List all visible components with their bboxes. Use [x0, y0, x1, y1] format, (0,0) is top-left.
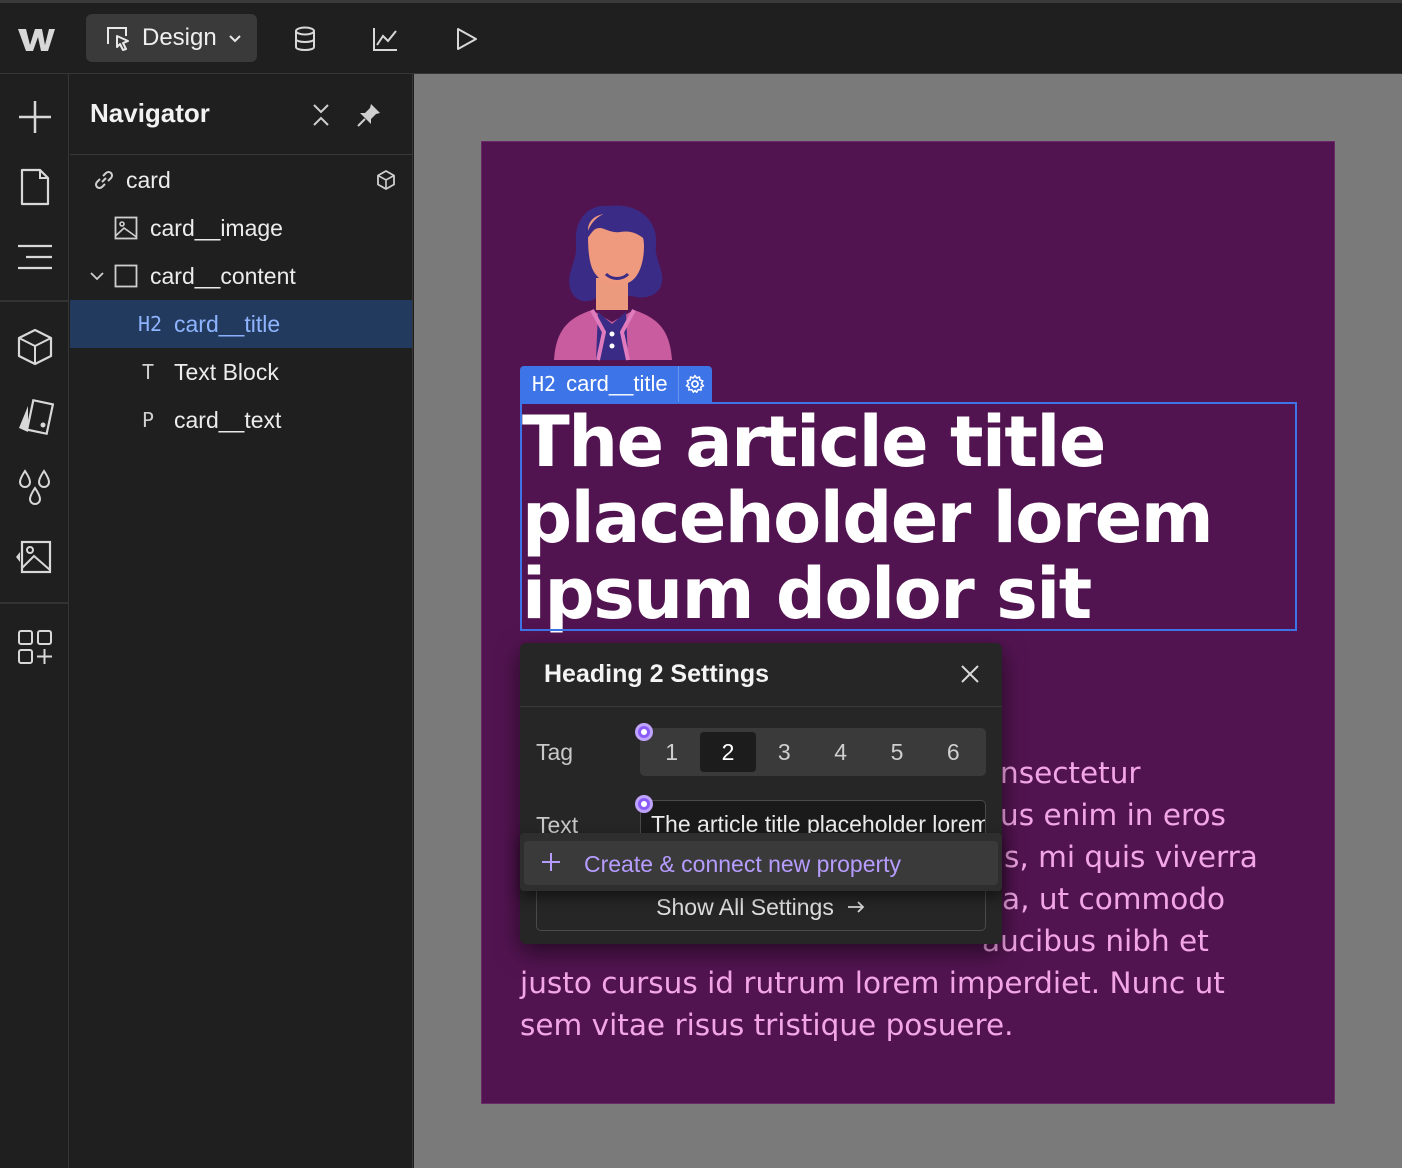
heading-tag-icon: H2 — [532, 372, 557, 396]
collapse-icon[interactable] — [310, 102, 332, 128]
design-mode-label: Design — [142, 24, 217, 51]
heading-level-selector[interactable]: 1 2 3 4 5 6 — [640, 728, 986, 776]
selected-element-name: card__title — [566, 371, 668, 396]
close-icon[interactable] — [959, 663, 981, 685]
navigator-item-card[interactable]: card — [70, 156, 412, 204]
gear-icon — [685, 374, 705, 393]
chart-icon[interactable] — [371, 25, 399, 53]
selected-element-tag[interactable]: H2 card__title — [520, 366, 712, 402]
component-icon — [377, 170, 395, 190]
heading-level-2[interactable]: 2 — [700, 732, 756, 772]
heading-level-5[interactable]: 5 — [869, 732, 924, 772]
navigator-item-label: card__image — [150, 215, 283, 241]
tag-label: Tag — [536, 739, 574, 765]
avatar-illustration[interactable] — [548, 200, 678, 365]
design-mode-dropdown[interactable]: Design — [86, 14, 257, 62]
navigator-divider — [70, 154, 413, 155]
rail-divider — [0, 602, 69, 604]
navigator-title: Navigator — [90, 98, 210, 128]
navigator-item-label: Text Block — [174, 359, 279, 385]
heading-settings-popover: Heading 2 Settings Tag 1 2 3 4 5 6 Text … — [520, 643, 1002, 944]
components-icon[interactable] — [16, 328, 54, 366]
heading-level-4[interactable]: 4 — [813, 732, 868, 772]
heading-level-6[interactable]: 6 — [926, 732, 981, 772]
navigator-panel: Navigator card card__image card__content… — [70, 74, 413, 1168]
navigator-item-label: card__title — [174, 311, 281, 337]
rail-divider — [0, 300, 69, 302]
database-icon[interactable] — [291, 25, 319, 53]
element-settings-button[interactable] — [677, 366, 712, 402]
create-connect-property-label: Create & connect new property — [584, 851, 902, 877]
navigator-item-label: card__text — [174, 407, 282, 433]
navigator-item-card-content[interactable]: card__content — [70, 252, 412, 300]
link-icon — [94, 170, 114, 190]
add-icon[interactable] — [16, 98, 54, 136]
create-connect-property-item[interactable]: Create & connect new property — [524, 841, 998, 885]
navigator-item-text-block[interactable]: T Text Block — [70, 348, 412, 396]
heading-level-3[interactable]: 3 — [757, 732, 812, 772]
chevron-down-icon — [229, 35, 241, 43]
navigator-item-label: card__content — [150, 263, 296, 289]
navigator-item-card-image[interactable]: card__image — [70, 204, 412, 252]
play-icon[interactable] — [452, 25, 480, 53]
navigator-item-card-text[interactable]: P card__text — [70, 396, 412, 444]
heading-tag-icon: H2 — [138, 312, 163, 336]
cursor-select-icon — [107, 27, 129, 51]
left-rail — [0, 74, 69, 1168]
settings-divider — [520, 706, 1002, 707]
paragraph-icon: P — [142, 408, 155, 432]
pin-icon[interactable] — [356, 102, 382, 128]
top-toolbar: Design — [0, 0, 1402, 74]
card-text-line: justo cursus id rutrum lorem imperdiet. … — [520, 966, 1225, 1000]
image-icon — [114, 216, 138, 240]
styles-icon[interactable] — [16, 398, 54, 436]
property-menu: Create & connect new property — [520, 833, 1002, 891]
card-text-line: sem vitae risus tristique posuere. — [520, 1008, 1014, 1042]
navigator-icon[interactable] — [16, 238, 54, 276]
plus-icon — [542, 853, 560, 871]
bind-property-dot[interactable] — [635, 723, 653, 741]
navigator-item-card-title[interactable]: H2 card__title — [70, 300, 412, 348]
show-all-settings-label: Show All Settings — [656, 893, 834, 920]
navigator-item-label: card — [126, 167, 171, 193]
apps-icon[interactable] — [16, 628, 54, 666]
settings-title: Heading 2 Settings — [544, 660, 770, 688]
bind-property-dot[interactable] — [635, 795, 653, 813]
text-block-icon: T — [142, 360, 155, 384]
page-icon[interactable] — [16, 168, 54, 206]
variables-icon[interactable] — [16, 468, 54, 506]
heading-level-1[interactable]: 1 — [644, 732, 699, 772]
box-icon — [114, 264, 138, 288]
chevron-down-icon[interactable] — [88, 267, 106, 285]
selection-outline — [520, 402, 1297, 631]
assets-icon[interactable] — [16, 538, 54, 576]
webflow-logo[interactable] — [16, 25, 56, 55]
arrow-right-icon — [847, 901, 865, 913]
